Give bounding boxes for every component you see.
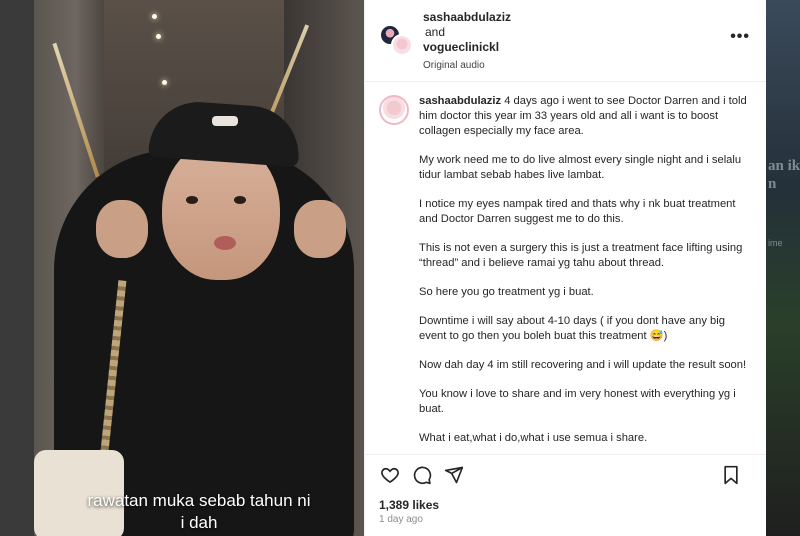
post-header: sashaabdulaziz and vogueclinickl Origina… — [365, 0, 766, 82]
video-player[interactable]: rawatan muka sebab tahun ni i dah — [34, 0, 364, 536]
caption-paragraph: Now dah day 4 im still recovering and i … — [419, 359, 747, 371]
post-owners: sashaabdulaziz and vogueclinickl Origina… — [423, 10, 511, 81]
caption-paragraph: I notice my eyes nampak tired and thats … — [419, 198, 736, 225]
backdrop-text: ime — [768, 238, 783, 248]
comment-icon[interactable] — [411, 464, 433, 486]
backdrop-right: an ik n ime — [766, 0, 800, 536]
caption-paragraph: This is not even a surgery this is just … — [419, 242, 743, 269]
owner-username[interactable]: vogueclinickl — [423, 40, 511, 55]
eye — [234, 196, 246, 204]
action-bar — [365, 454, 766, 494]
backdrop-text: n — [768, 176, 777, 192]
ceiling-light — [162, 80, 167, 85]
collab-avatars[interactable] — [379, 24, 415, 60]
avatar[interactable] — [379, 95, 409, 125]
avatar[interactable] — [391, 34, 413, 56]
backdrop-text: an ik — [768, 158, 800, 174]
hand — [96, 200, 148, 258]
post-modal: rawatan muka sebab tahun ni i dah sashaa… — [34, 0, 766, 536]
subtitle-line: i dah — [180, 513, 218, 532]
caption-paragraph: Downtime i will say about 4-10 days ( if… — [419, 315, 725, 342]
post-sidebar: sashaabdulaziz and vogueclinickl Origina… — [364, 0, 766, 536]
caption-text: sashaabdulaziz 4 days ago i went to see … — [419, 94, 749, 454]
caption-paragraph: You know i love to share and im very hon… — [419, 388, 736, 415]
caption-username[interactable]: sashaabdulaziz — [419, 95, 501, 107]
ceiling-light — [156, 34, 161, 39]
share-icon[interactable] — [443, 464, 465, 486]
caption-paragraph: My work need me to do live almost every … — [419, 154, 742, 181]
heart-icon[interactable] — [379, 464, 401, 486]
ceiling-light — [152, 14, 157, 19]
caption-paragraph: What i eat,what i do,what i use semua i … — [419, 432, 648, 444]
hand — [294, 200, 346, 258]
cap — [148, 98, 302, 168]
bookmark-icon[interactable] — [720, 464, 742, 486]
audio-link[interactable]: Original audio — [423, 58, 511, 73]
video-subtitle: rawatan muka sebab tahun ni i dah — [34, 490, 364, 534]
post-time[interactable]: 1 day ago — [365, 512, 766, 536]
lips — [214, 236, 236, 250]
subtitle-line: rawatan muka sebab tahun ni — [87, 491, 311, 510]
cap-logo — [212, 116, 238, 126]
caption-paragraph: So here you go treatment yg i buat. — [419, 286, 594, 298]
owner-joiner: and — [425, 25, 446, 39]
more-horizontal-icon[interactable]: ••• — [730, 29, 750, 45]
eye — [186, 196, 198, 204]
like-count[interactable]: 1,389 likes — [365, 494, 766, 512]
owner-username[interactable]: sashaabdulaziz — [423, 10, 511, 25]
backdrop-left — [0, 0, 34, 536]
caption-area: sashaabdulaziz 4 days ago i went to see … — [365, 82, 766, 454]
